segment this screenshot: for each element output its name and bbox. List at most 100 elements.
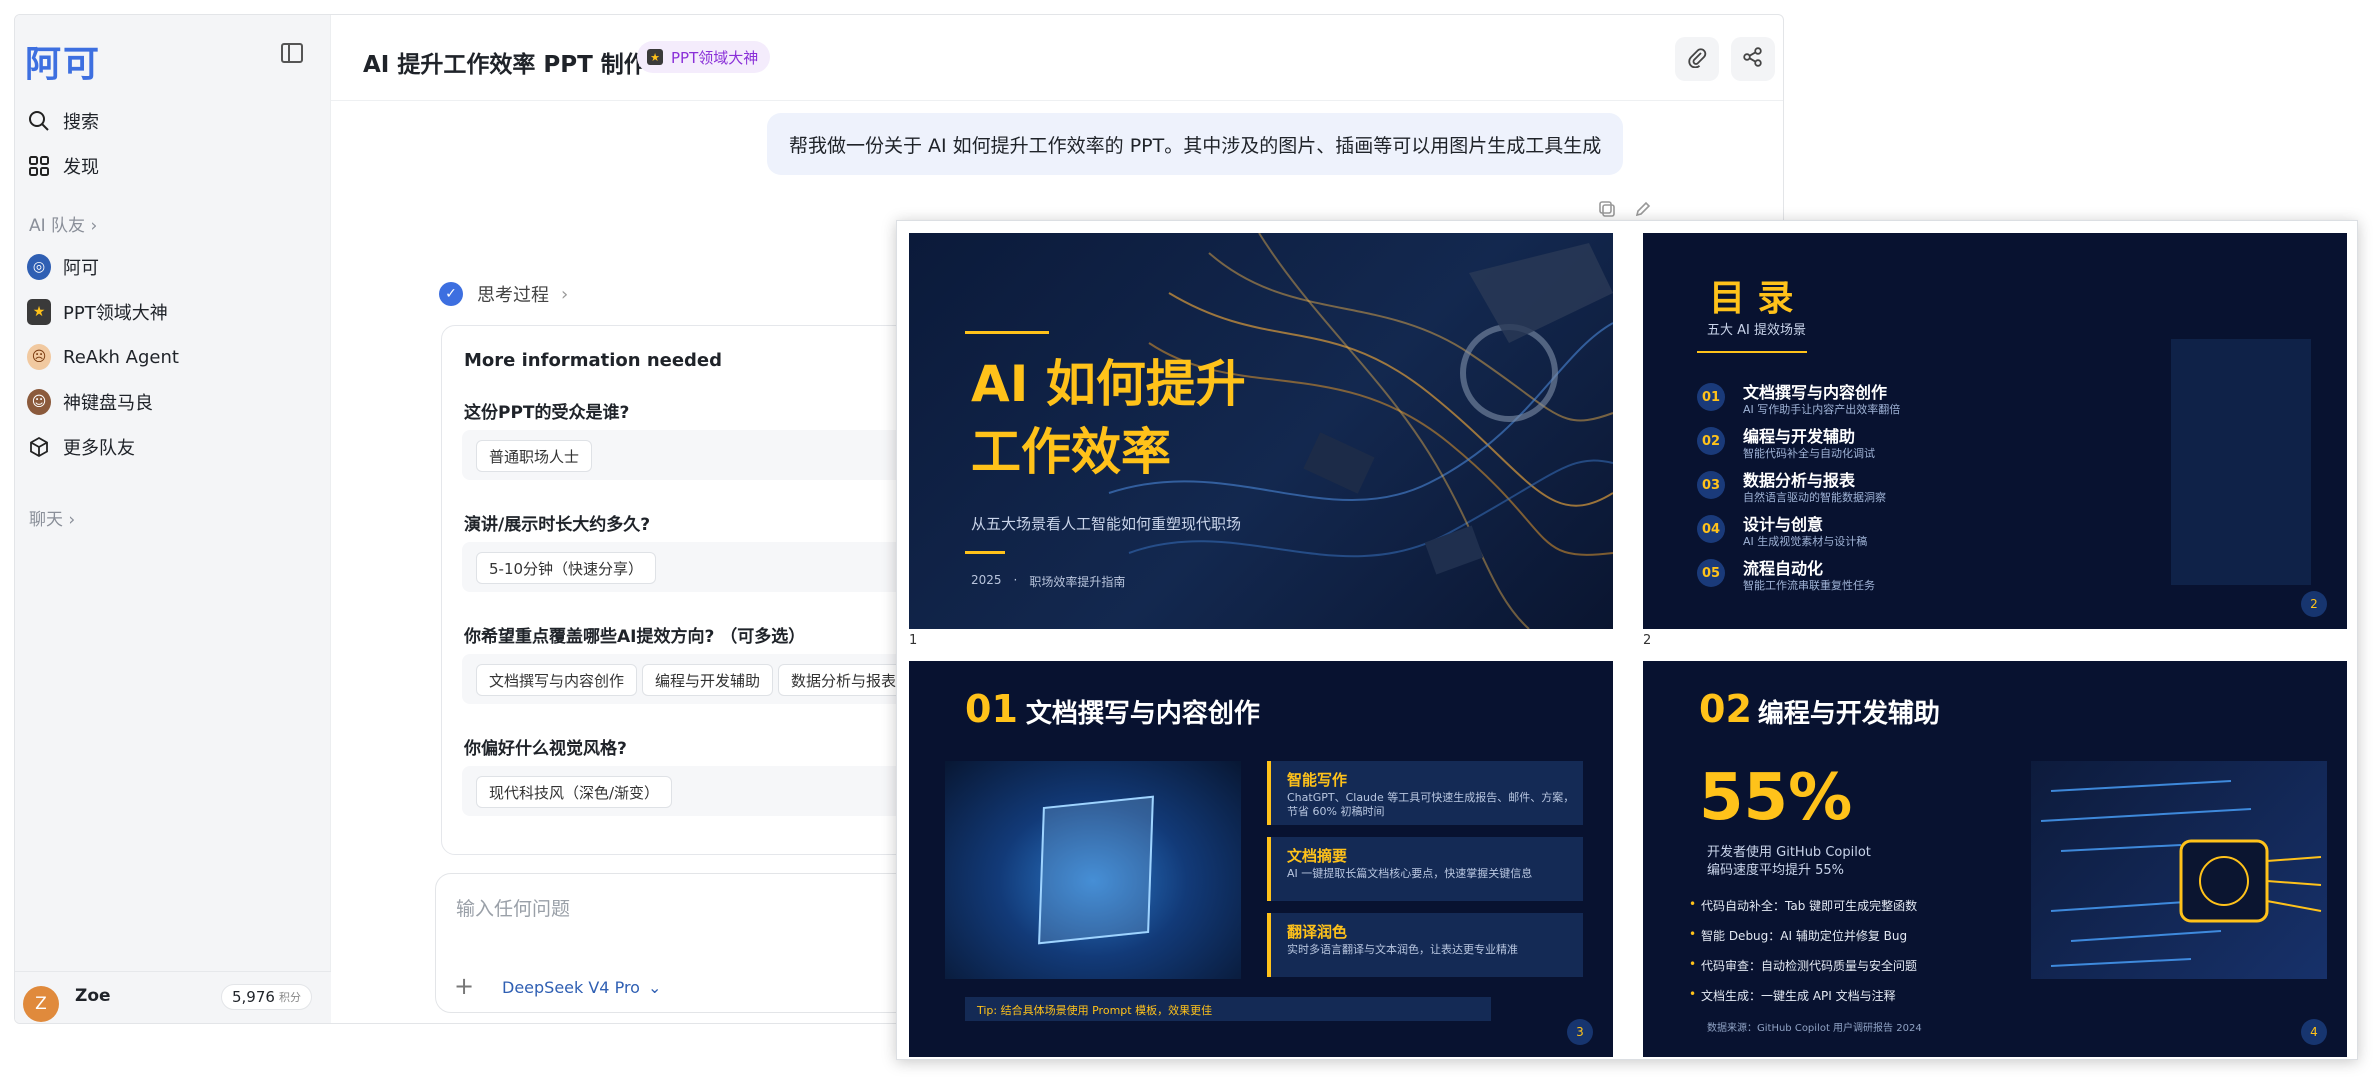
teammate-reakh[interactable]: ☹ ReAkh Agent [27, 337, 317, 377]
teammate-label: 神键盘马良 [63, 393, 153, 414]
feature-desc: AI 一键提取长篇文档核心要点，快速掌握关键信息 [1287, 867, 1533, 880]
check-icon: ✓ [439, 282, 463, 306]
teammate-label: ReAkh Agent [63, 346, 179, 368]
model-selector[interactable]: DeepSeek V4 Pro ⌄ [502, 978, 661, 997]
toc-item-number: 03 [1697, 471, 1725, 499]
slide-number: 1 [909, 633, 918, 648]
points-unit: 积分 [278, 991, 301, 1004]
code-illustration [2031, 761, 2327, 979]
slide-1[interactable]: AI 如何提升 工作效率 从五大场景看人工智能如何重塑现代职场 2025 · 职… [909, 233, 1613, 629]
toc-item-title: 设计与创意 [1743, 515, 1824, 534]
feature-box: 翻译润色 实时多语言翻译与文本润色，让表达更专业精准 [1267, 913, 1583, 977]
bullet-item: 智能 Debug：AI 辅助定位并修复 Bug [1689, 927, 1907, 944]
question-audience: 这份PPT的受众是谁? [464, 403, 630, 423]
slide-2[interactable]: 目 录 五大 AI 提效场景 01 文档撰写与内容创作 AI 写作助手让内容产出… [1643, 233, 2347, 629]
toc-subtitle: 五大 AI 提效场景 [1707, 323, 1806, 338]
toc-item-number: 04 [1697, 515, 1725, 543]
nav-discover-label: 发现 [63, 157, 99, 178]
share-icon [1742, 46, 1764, 72]
option-chip[interactable]: 编程与开发辅助 [642, 664, 774, 696]
feature-box: 文档摘要 AI 一键提取长篇文档核心要点，快速掌握关键信息 [1267, 837, 1583, 901]
user-bar[interactable]: Z Zoe 5,976 积分 [15, 971, 331, 1023]
nav-discover[interactable]: 发现 [27, 146, 317, 186]
teammate-label: PPT领域大神 [63, 303, 168, 324]
toc-item-desc: 智能工作流串联重复性任务 [1743, 579, 1875, 592]
thinking-toggle[interactable]: ✓ 思考过程 › [439, 281, 568, 307]
ppt-avatar: ★ [27, 299, 51, 325]
slide-4[interactable]: 02 编程与开发辅助 55% 开发者使用 GitHub Copilot 编码速度… [1643, 661, 2347, 1057]
paperclip-icon [1686, 46, 1708, 72]
toc-accent-line [1697, 351, 1807, 353]
code-chip-graphic [2040, 780, 2322, 967]
toc-item-desc: AI 生成视觉素材与设计稿 [1743, 535, 1868, 548]
chat-input[interactable]: 输入任何问题 [456, 894, 570, 921]
toc-item-number: 05 [1697, 559, 1725, 587]
question-style: 你偏好什么视觉风格? [464, 739, 627, 759]
cover-title-1: AI 如何提升 [971, 355, 1246, 413]
stat-desc-1: 开发者使用 GitHub Copilot [1707, 845, 1871, 860]
chat-header: AI 提升工作效率 PPT 制作 ★ PPT领域大神 [331, 15, 1783, 101]
slide-page-badge: 3 [1567, 1019, 1593, 1045]
toc-item-number: 01 [1697, 383, 1725, 411]
share-button[interactable] [1731, 37, 1775, 81]
user-avatar: Z [23, 986, 59, 1022]
points-value: 5,976 [232, 988, 275, 1006]
document-graphic [1038, 795, 1154, 945]
option-chip[interactable]: 文档撰写与内容创作 [476, 664, 638, 696]
slide-3[interactable]: 01 文档撰写与内容创作 智能写作 ChatGPT、Claude 等工具可快速生… [909, 661, 1613, 1057]
cover-accent-line [965, 551, 1005, 554]
toc-item-desc: 自然语言驱动的智能数据洞察 [1743, 491, 1886, 504]
big-stat: 55% [1699, 761, 1853, 835]
option-chip[interactable]: 数据分析与报表 [778, 664, 910, 696]
nav-search-label: 搜索 [63, 112, 99, 133]
teammate-ppt[interactable]: ★ PPT领域大神 [27, 292, 317, 332]
app-logo[interactable]: 阿可 [25, 35, 101, 87]
team-section-toggle[interactable]: AI 队友 [29, 211, 97, 236]
feature-desc: ChatGPT、Claude 等工具可快速生成报告、邮件、方案，节省 60% 初… [1287, 791, 1575, 818]
question-directions: 你希望重点覆盖哪些AI提效方向? （可多选） [464, 627, 806, 647]
toc-item-desc: AI 写作助手让内容产出效率翻倍 [1743, 403, 1901, 416]
ppt-avatar: ★ [647, 49, 663, 65]
bullet-item: 代码自动补全：Tab 键即可生成完整函数 [1689, 897, 1917, 914]
teammate-ake[interactable]: ◎ 阿可 [27, 247, 317, 287]
toc-item-title: 文档撰写与内容创作 [1743, 383, 1888, 402]
option-chip[interactable]: 5-10分钟（快速分享） [476, 552, 657, 584]
toc-item-number: 02 [1697, 427, 1725, 455]
chevron-down-icon: ⌄ [647, 978, 662, 997]
chat-section-toggle[interactable]: 聊天 [29, 505, 75, 530]
plus-icon[interactable]: + [454, 972, 474, 1000]
section-title: 文档撰写与内容创作 [1025, 699, 1260, 729]
document-illustration [945, 761, 1241, 979]
stat-desc-2: 编码速度平均提升 55% [1707, 863, 1845, 878]
toc-item-desc: 智能代码补全与自动化调试 [1743, 447, 1875, 460]
sidebar-toggle-icon[interactable] [281, 43, 303, 63]
ake-avatar: ◎ [27, 254, 51, 280]
teammate-keyboard[interactable]: ☺ 神键盘马良 [27, 382, 317, 422]
option-chip[interactable]: 现代科技风（深色/渐变） [476, 776, 673, 808]
keyboard-avatar: ☺ [27, 389, 51, 415]
option-chip[interactable]: 普通职场人士 [476, 440, 593, 472]
agent-badge[interactable]: ★ PPT领域大神 [637, 41, 771, 73]
search-icon [27, 109, 51, 133]
chevron-right-icon: › [561, 283, 569, 305]
attach-button[interactable] [1675, 37, 1719, 81]
cover-sep: · [1013, 573, 1018, 587]
teammate-more[interactable]: 更多队友 [27, 427, 317, 467]
bullet-item: 文档生成：一键生成 API 文档与注释 [1689, 987, 1896, 1004]
cover-tag: 职场效率提升指南 [1029, 575, 1126, 589]
agent-badge-label: PPT领域大神 [671, 48, 759, 67]
cover-meta: 2025 · 职场效率提升指南 [971, 573, 1125, 590]
toc-item-title: 流程自动化 [1743, 559, 1824, 578]
toc-item-title: 编程与开发辅助 [1743, 427, 1856, 446]
slide3-heading: 01 文档撰写与内容创作 [965, 687, 1260, 731]
toc-item-title: 数据分析与报表 [1743, 471, 1856, 490]
nav-search[interactable]: 搜索 [27, 101, 317, 141]
tip-bar: Tip: 结合具体场景使用 Prompt 模板，效果更佳 [965, 997, 1491, 1021]
section-number: 01 [965, 687, 1018, 731]
feature-box: 智能写作 ChatGPT、Claude 等工具可快速生成报告、邮件、方案，节省 … [1267, 761, 1583, 825]
teammate-label: 阿可 [63, 258, 99, 279]
teammate-label: 更多队友 [63, 438, 135, 459]
cube-icon [27, 435, 51, 459]
reakh-avatar: ☹ [27, 344, 51, 370]
sidebar: 阿可 搜索 发现 AI 队友 ◎ 阿可 ★ PPT领域大神 ☹ ReAkh Ag… [15, 15, 331, 1023]
